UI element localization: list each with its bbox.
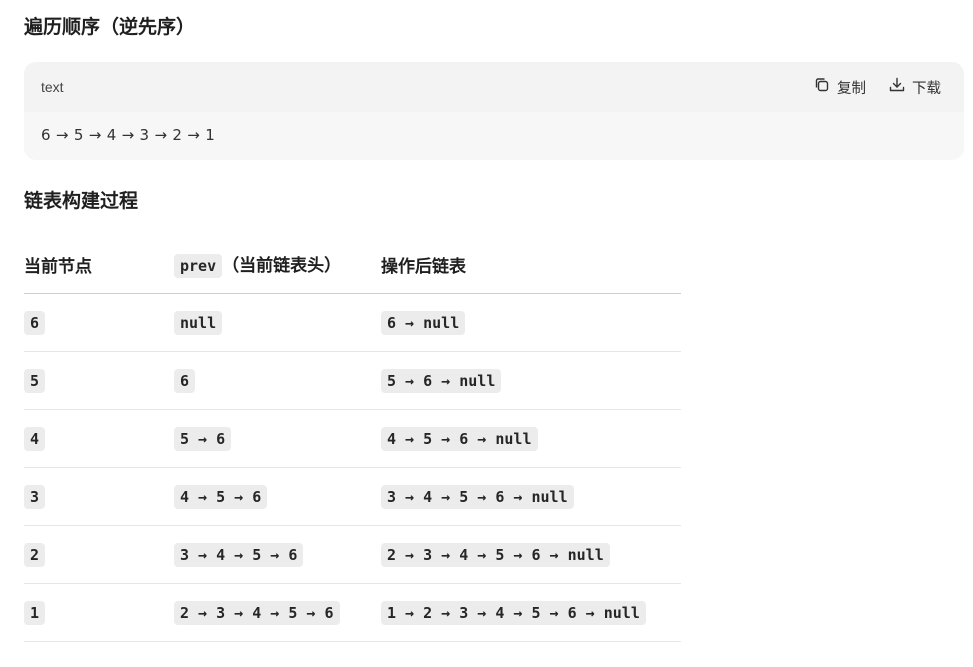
table-row: 4 5 → 6 4 → 5 → 6 → null (24, 409, 681, 468)
code-language-label: text (41, 79, 64, 95)
traversal-heading: 遍历顺序（逆先序） (24, 16, 196, 38)
code-content: 6 → 5 → 4 → 3 → 2 → 1 (41, 126, 216, 144)
cell-node: 3 (24, 484, 46, 509)
header-current-node: 当前节点 (24, 236, 174, 294)
cell-prev: 3 → 4 → 5 → 6 (174, 542, 304, 567)
prev-note: （当前链表头） (222, 256, 342, 276)
table-row: 1 2 → 3 → 4 → 5 → 6 1 → 2 → 3 → 4 → 5 → … (24, 583, 681, 642)
table-row: 6 null 6 → null (24, 293, 681, 352)
cell-after: 5 → 6 → null (381, 368, 502, 393)
cell-node: 4 (24, 426, 46, 451)
cell-prev: 6 (174, 368, 196, 393)
cell-after: 3 → 4 → 5 → 6 → null (381, 484, 574, 509)
code-block-actions: 复制 下载 (813, 76, 941, 98)
copy-label: 复制 (837, 80, 866, 97)
cell-prev: 5 → 6 (174, 426, 232, 451)
cell-node: 6 (24, 310, 46, 335)
cell-prev: 2 → 3 → 4 → 5 → 6 (174, 600, 340, 625)
code-block: text 复制 下载 6 → 5 → 4 → 3 → 2 → 1 (24, 62, 964, 160)
cell-after: 6 → null (381, 310, 466, 335)
cell-node: 1 (24, 600, 46, 625)
header-prev: prev （当前链表头） (174, 236, 381, 294)
prev-code: prev (174, 254, 223, 278)
cell-prev: 4 → 5 → 6 (174, 484, 268, 509)
cell-node: 2 (24, 542, 46, 567)
copy-button[interactable]: 复制 (813, 76, 866, 98)
code-block-header: text 复制 下载 (24, 62, 964, 112)
cell-after: 2 → 3 → 4 → 5 → 6 → null (381, 542, 610, 567)
table-row: 5 6 5 → 6 → null (24, 351, 681, 410)
cell-node: 5 (24, 368, 46, 393)
download-icon (888, 76, 906, 98)
build-heading: 链表构建过程 (24, 190, 139, 212)
table-row: 2 3 → 4 → 5 → 6 2 → 3 → 4 → 5 → 6 → null (24, 525, 681, 584)
table-header-row: 当前节点 prev （当前链表头） 操作后链表 (24, 236, 681, 294)
build-table: 当前节点 prev （当前链表头） 操作后链表 6 null 6 → null 5… (24, 236, 681, 642)
header-after: 操作后链表 (381, 236, 681, 294)
cell-after: 1 → 2 → 3 → 4 → 5 → 6 → null (381, 600, 646, 625)
download-button[interactable]: 下载 (888, 76, 941, 98)
cell-after: 4 → 5 → 6 → null (381, 426, 538, 451)
table-row: 3 4 → 5 → 6 3 → 4 → 5 → 6 → null (24, 467, 681, 526)
copy-icon (813, 76, 831, 98)
download-label: 下载 (912, 80, 941, 97)
cell-prev: null (174, 310, 223, 335)
